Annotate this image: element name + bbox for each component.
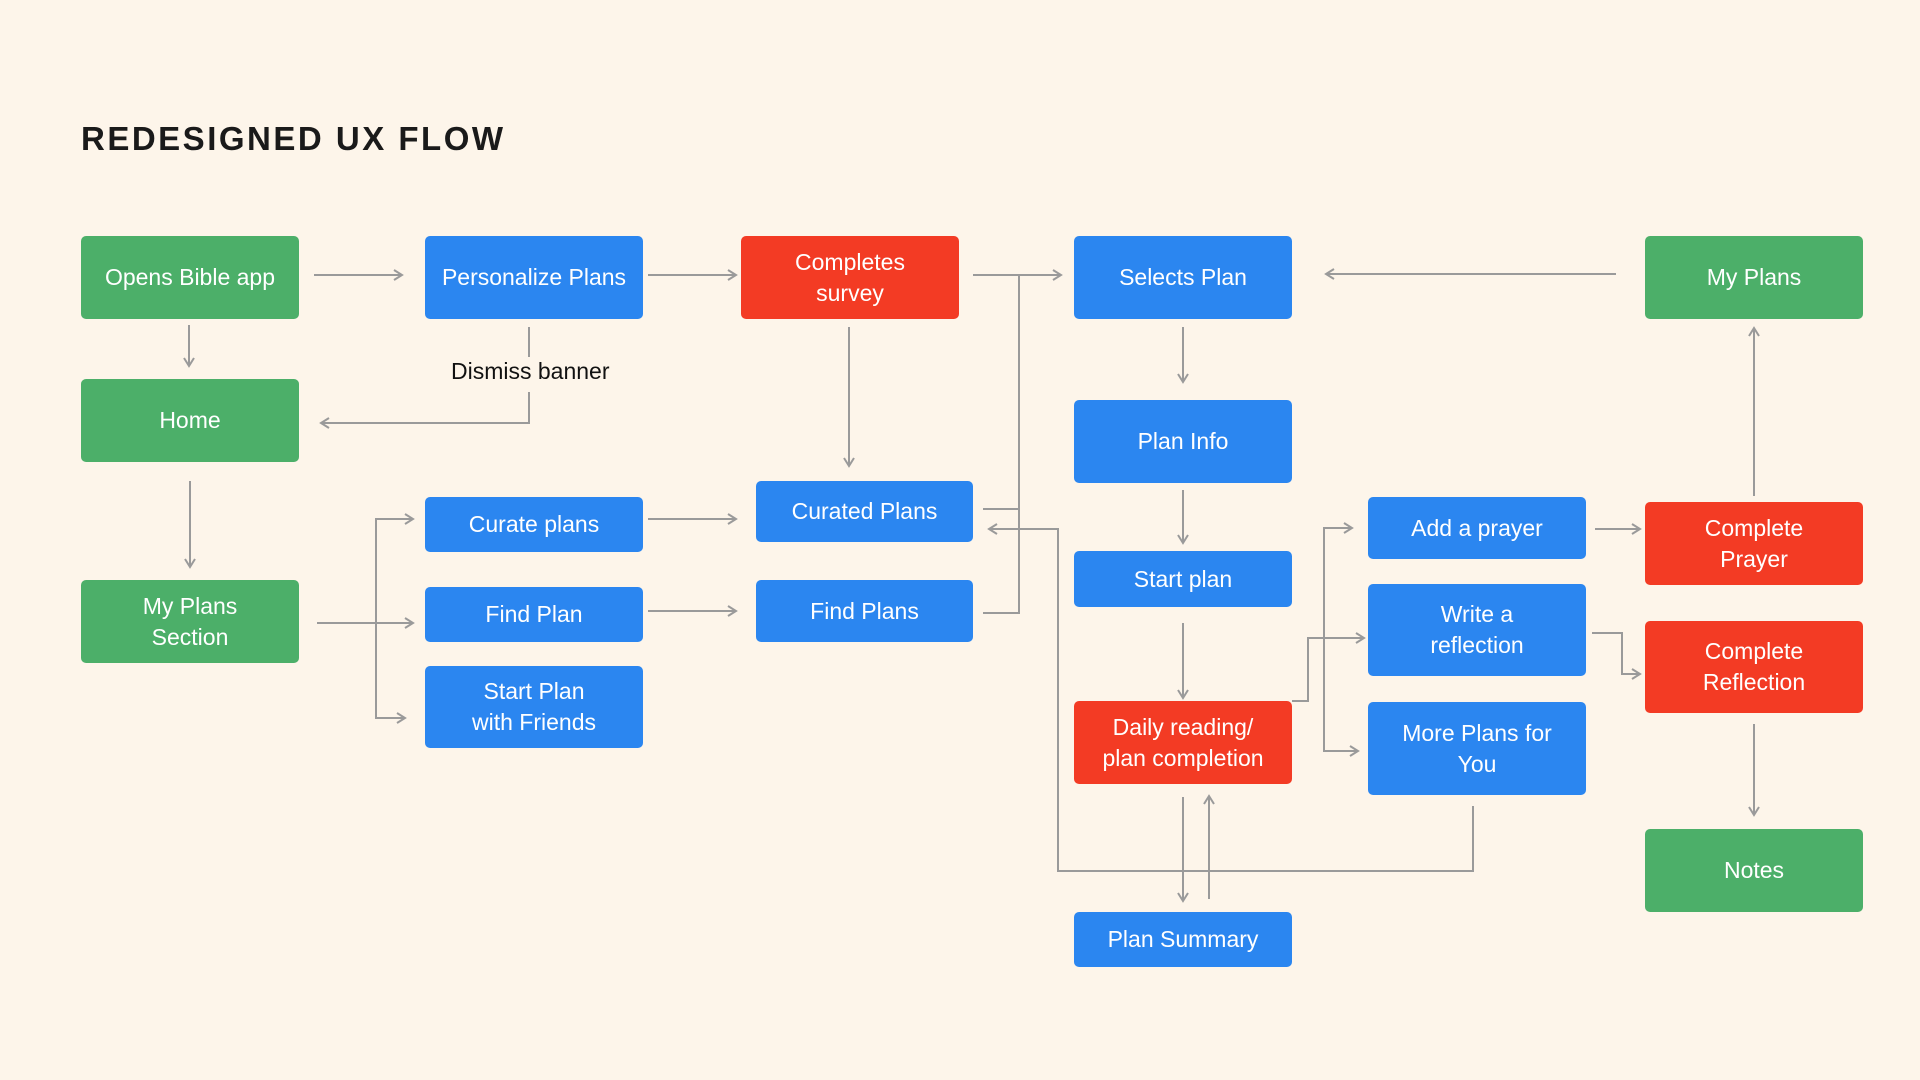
node-more-plans-for-you[interactable]: More Plans for You: [1368, 702, 1586, 795]
node-find-plans[interactable]: Find Plans: [756, 580, 973, 642]
node-complete-reflection[interactable]: Complete Reflection: [1645, 621, 1863, 713]
page-title: REDESIGNED UX FLOW: [81, 120, 506, 157]
edge-daily-to-prayer: [1323, 522, 1354, 748]
edge-section-to-curate: [375, 513, 415, 623]
node-curate-plans[interactable]: Curate plans: [425, 497, 643, 552]
node-add-a-prayer[interactable]: Add a prayer: [1368, 497, 1586, 559]
node-complete-prayer[interactable]: Complete Prayer: [1645, 502, 1863, 585]
edge-daily-to-moreplans: [1323, 745, 1360, 757]
edge-daily-to-reflection: [1292, 632, 1366, 702]
edge-findplans-to-trunk: [983, 275, 1020, 614]
edge-section-to-friends: [375, 623, 407, 724]
node-plan-summary[interactable]: Plan Summary: [1074, 912, 1292, 967]
node-personalize-plans[interactable]: Personalize Plans: [425, 236, 643, 319]
node-start-plan[interactable]: Start plan: [1074, 551, 1292, 607]
edge-dismiss-to-home: [319, 392, 530, 429]
node-plan-info[interactable]: Plan Info: [1074, 400, 1292, 483]
dismiss-banner-label: Dismiss banner: [451, 358, 610, 384]
node-find-plan[interactable]: Find Plan: [425, 587, 643, 642]
node-curated-plans[interactable]: Curated Plans: [756, 481, 973, 542]
node-home[interactable]: Home: [81, 379, 299, 462]
edge-reflection-to-complete-reflection: [1592, 632, 1642, 680]
node-notes[interactable]: Notes: [1645, 829, 1863, 912]
node-completes-survey[interactable]: Completes survey: [741, 236, 959, 319]
node-write-a-reflection[interactable]: Write a reflection: [1368, 584, 1586, 676]
node-selects-plan[interactable]: Selects Plan: [1074, 236, 1292, 319]
node-opens-bible-app[interactable]: Opens Bible app: [81, 236, 299, 319]
node-daily-reading[interactable]: Daily reading/ plan completion: [1074, 701, 1292, 784]
node-start-plan-with-friends[interactable]: Start Plan with Friends: [425, 666, 643, 748]
node-my-plans-section[interactable]: My Plans Section: [81, 580, 299, 663]
node-my-plans[interactable]: My Plans: [1645, 236, 1863, 319]
